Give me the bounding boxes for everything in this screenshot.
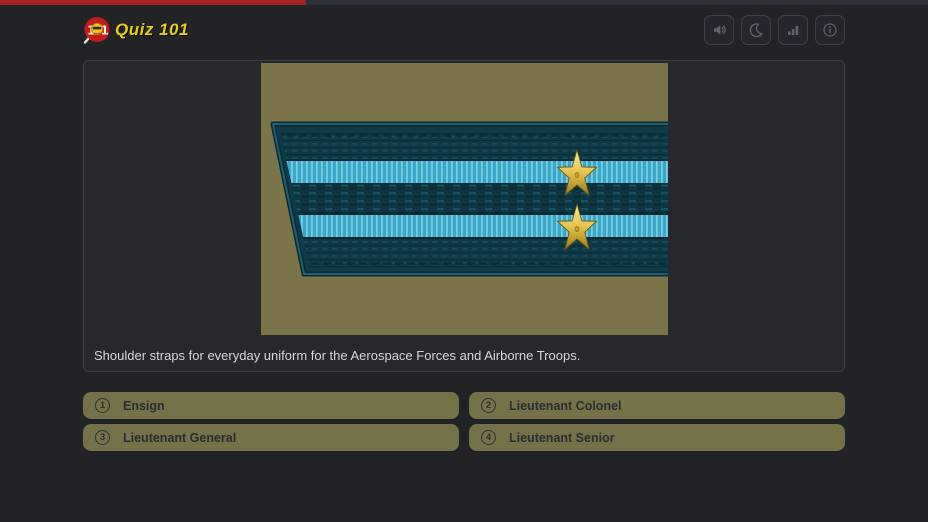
progress-bar (0, 0, 928, 5)
sound-button[interactable] (704, 15, 734, 45)
answers-grid: 1 Ensign 2 Lieutenant Colonel 3 Lieutena… (83, 392, 845, 451)
answer-button-3[interactable]: 3 Lieutenant General (83, 424, 459, 451)
answer-number: 4 (481, 430, 496, 445)
info-button[interactable] (815, 15, 845, 45)
info-icon (822, 22, 838, 38)
header: 1 1 Quiz 101 (83, 14, 845, 46)
answer-label: Lieutenant Colonel (509, 399, 622, 413)
answer-number: 3 (95, 430, 110, 445)
question-card: Shoulder straps for everyday uniform for… (83, 60, 845, 372)
answer-button-1[interactable]: 1 Ensign (83, 392, 459, 419)
answer-button-4[interactable]: 4 Lieutenant Senior (469, 424, 845, 451)
stats-button[interactable] (778, 15, 808, 45)
question-caption: Shoulder straps for everyday uniform for… (84, 335, 844, 363)
answer-number: 2 (481, 398, 496, 413)
answer-label: Ensign (123, 399, 165, 413)
theme-button[interactable] (741, 15, 771, 45)
progress-bar-fill (0, 0, 306, 5)
quiz-logo: 1 1 Quiz 101 (83, 16, 189, 44)
app-title: Quiz 101 (115, 20, 189, 40)
toolbar (704, 15, 845, 45)
logo-badge-icon: 1 1 (83, 16, 111, 44)
question-image (261, 63, 668, 335)
volume-icon (711, 22, 727, 38)
bar-chart-icon (785, 22, 801, 38)
answer-label: Lieutenant Senior (509, 431, 615, 445)
moon-icon (748, 22, 764, 38)
answer-label: Lieutenant General (123, 431, 236, 445)
answer-button-2[interactable]: 2 Lieutenant Colonel (469, 392, 845, 419)
answer-number: 1 (95, 398, 110, 413)
